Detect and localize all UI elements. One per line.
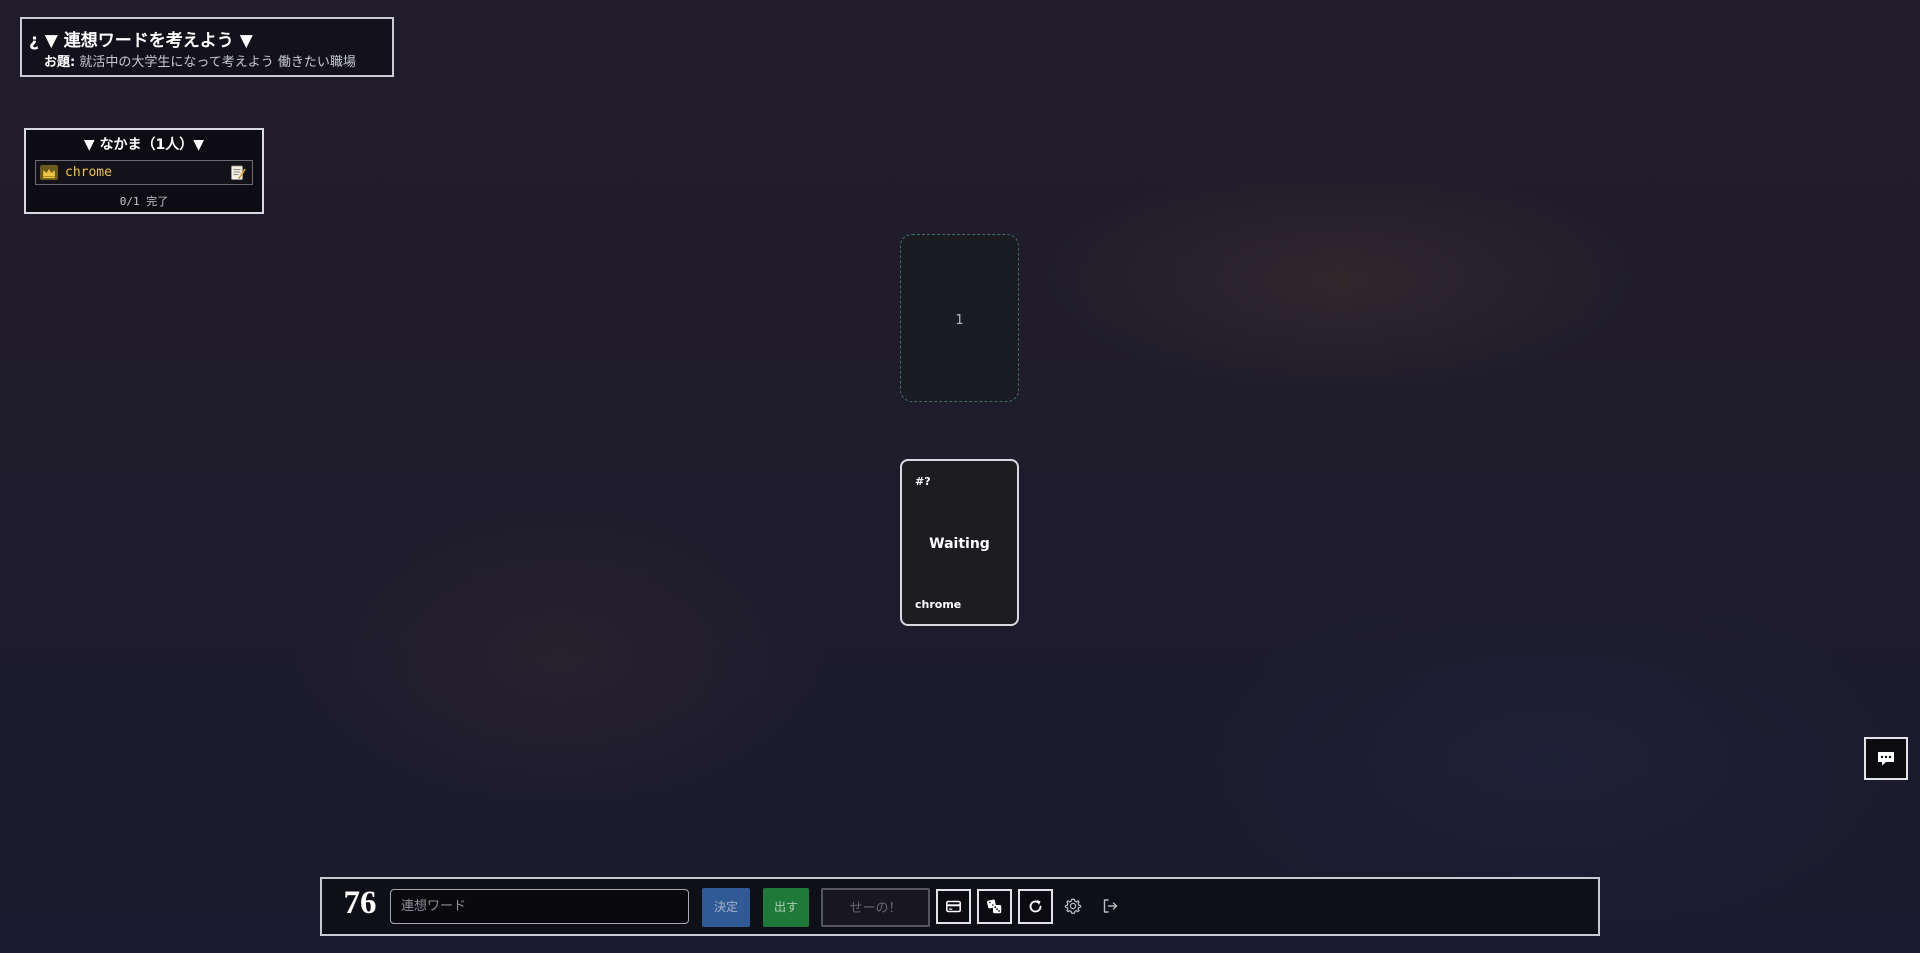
topic-label: お題: — [44, 55, 76, 70]
member-row: chrome — [35, 160, 253, 185]
association-word-input[interactable] — [390, 889, 689, 924]
theme-title[interactable]: ¿ ▼ 連想ワードを考えよう ▼ — [29, 26, 253, 51]
crown-icon — [40, 165, 58, 180]
theme-panel: ¿ ▼ 連想ワードを考えよう ▼ お題: 就活中の大学生になって考えよう 働きた… — [20, 17, 394, 77]
memo-icon — [230, 164, 246, 181]
play-card-button[interactable]: 出す — [763, 888, 809, 927]
reload-icon — [1029, 900, 1042, 913]
countdown-timer: 76 — [343, 885, 377, 921]
card-status: Waiting — [929, 536, 990, 552]
reload-button[interactable] — [1018, 889, 1053, 924]
topic-text: 就活中の大学生になって考えよう 働きたい職場 — [79, 55, 356, 70]
card-number: #? — [915, 475, 931, 488]
card-icon — [946, 900, 961, 913]
member-name: chrome — [65, 165, 112, 180]
player-card[interactable]: #? Waiting chrome — [900, 459, 1019, 626]
card-owner: chrome — [915, 598, 962, 611]
slot-number: 1 — [955, 313, 964, 328]
exit-icon[interactable] — [1100, 896, 1120, 916]
dice-icon — [987, 899, 1002, 914]
dice-button[interactable] — [977, 889, 1012, 924]
card-slot[interactable]: 1 — [900, 234, 1019, 402]
chat-button[interactable] — [1864, 737, 1908, 780]
control-bar: 76 決定 出す せーの！ — [320, 877, 1600, 936]
gear-icon[interactable] — [1063, 896, 1083, 916]
seeno-button[interactable]: せーの！ — [821, 888, 930, 927]
decide-button[interactable]: 決定 — [702, 888, 750, 927]
party-panel: ▼ なかま（1人）▼ chrome 0/1 完了 — [24, 128, 264, 214]
party-title[interactable]: ▼ なかま（1人）▼ — [26, 134, 262, 154]
chat-icon — [1878, 752, 1894, 766]
party-progress: 0/1 完了 — [119, 195, 169, 208]
topic-line: お題: 就活中の大学生になって考えよう 働きたい職場 — [44, 51, 356, 70]
card-button[interactable] — [936, 889, 971, 924]
